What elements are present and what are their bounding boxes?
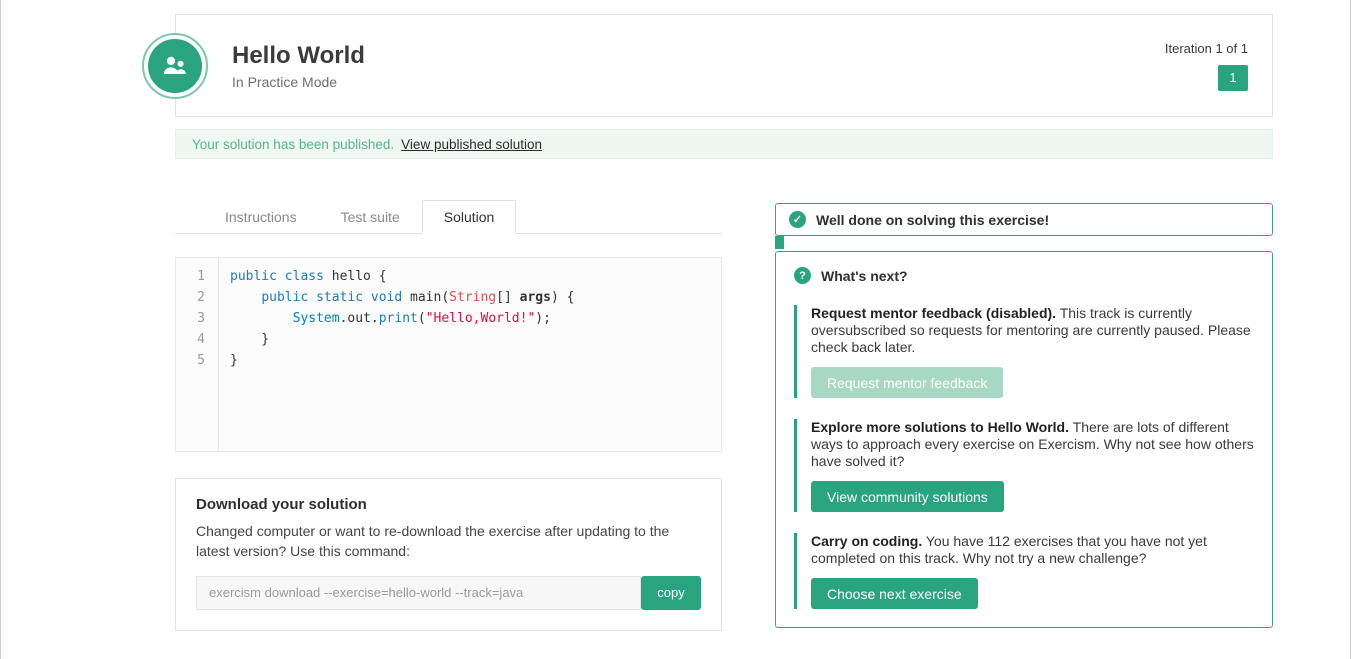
check-icon: ✓ — [789, 211, 806, 228]
view-published-solution-link[interactable]: View published solution — [401, 137, 542, 152]
exercise-header: Hello World In Practice Mode Iteration 1… — [175, 14, 1273, 117]
download-card: Download your solution Changed computer … — [175, 478, 722, 631]
section-text: Request mentor feedback (disabled). This… — [811, 305, 1254, 356]
code-line: 2 public static void main(String[] args)… — [176, 287, 721, 308]
code-line: 3 System.out.print("Hello,World!"); — [176, 308, 721, 329]
code-line: 5} — [176, 350, 721, 371]
download-description: Changed computer or want to re-download … — [196, 521, 701, 562]
section-text: Explore more solutions to Hello World. T… — [811, 419, 1254, 470]
avatar — [142, 33, 208, 99]
whats-next-header: ? What's next? — [794, 267, 1254, 284]
page: Hello World In Practice Mode Iteration 1… — [0, 0, 1351, 659]
whats-next-panel: ? What's next? Request mentor feedback (… — [775, 251, 1273, 628]
code-text: public class hello { — [218, 266, 387, 287]
request-mentor-feedback-button[interactable]: Request mentor feedback — [811, 367, 1003, 398]
page-title: Hello World — [232, 42, 365, 70]
download-command-input[interactable] — [196, 576, 641, 610]
content-container: Hello World In Practice Mode Iteration 1… — [175, 0, 1273, 631]
well-done-text: Well done on solving this exercise! — [816, 212, 1049, 228]
download-title: Download your solution — [196, 496, 701, 513]
avatar-circle — [148, 39, 202, 93]
left-column: InstructionsTest suiteSolution 1public c… — [175, 200, 722, 631]
whats-next-title: What's next? — [821, 268, 908, 284]
practice-mode-label: In Practice Mode — [232, 74, 365, 90]
whats-next-sections: Request mentor feedback (disabled). This… — [794, 305, 1254, 609]
section-text: Carry on coding. You have 112 exercises … — [811, 533, 1254, 567]
right-column: ✓ Well done on solving this exercise! ? … — [775, 200, 1273, 631]
tab-solution[interactable]: Solution — [422, 200, 517, 234]
whats-next-section: Request mentor feedback (disabled). This… — [794, 305, 1254, 398]
copy-button[interactable]: copy — [641, 576, 701, 610]
code-lines: 1public class hello {2 public static voi… — [176, 266, 721, 371]
command-row: copy — [196, 576, 701, 610]
header-text: Hello World In Practice Mode — [232, 42, 365, 90]
practice-mode-people-icon — [159, 50, 191, 82]
code-text: } — [218, 350, 238, 371]
main-columns: InstructionsTest suiteSolution 1public c… — [175, 200, 1273, 631]
line-number: 2 — [176, 287, 218, 308]
banner-tail — [775, 236, 784, 249]
code-line: 1public class hello { — [176, 266, 721, 287]
tab-test-suite[interactable]: Test suite — [319, 200, 422, 234]
tab-instructions[interactable]: Instructions — [203, 200, 319, 234]
whats-next-section: Explore more solutions to Hello World. T… — [794, 419, 1254, 512]
publish-message: Your solution has been published. — [192, 137, 394, 152]
solution-code-block: 1public class hello {2 public static voi… — [175, 257, 722, 452]
tab-bar: InstructionsTest suiteSolution — [175, 200, 722, 234]
gutter-divider — [218, 258, 219, 451]
view-community-solutions-button[interactable]: View community solutions — [811, 481, 1004, 512]
line-number: 1 — [176, 266, 218, 287]
iteration-badge[interactable]: 1 — [1218, 65, 1248, 91]
code-line: 4 } — [176, 329, 721, 350]
iteration-label: Iteration 1 of 1 — [1165, 41, 1248, 56]
question-icon: ? — [794, 267, 811, 284]
line-number: 3 — [176, 308, 218, 329]
iteration-info: Iteration 1 of 1 1 — [1165, 41, 1248, 91]
whats-next-section: Carry on coding. You have 112 exercises … — [794, 533, 1254, 609]
choose-next-exercise-button[interactable]: Choose next exercise — [811, 578, 978, 609]
line-number: 4 — [176, 329, 218, 350]
code-text: System.out.print("Hello,World!"); — [218, 308, 551, 329]
publish-notice: Your solution has been published. View p… — [175, 129, 1273, 159]
line-number: 5 — [176, 350, 218, 371]
well-done-banner: ✓ Well done on solving this exercise! — [775, 203, 1273, 236]
code-text: public static void main(String[] args) { — [218, 287, 574, 308]
code-text: } — [218, 329, 269, 350]
